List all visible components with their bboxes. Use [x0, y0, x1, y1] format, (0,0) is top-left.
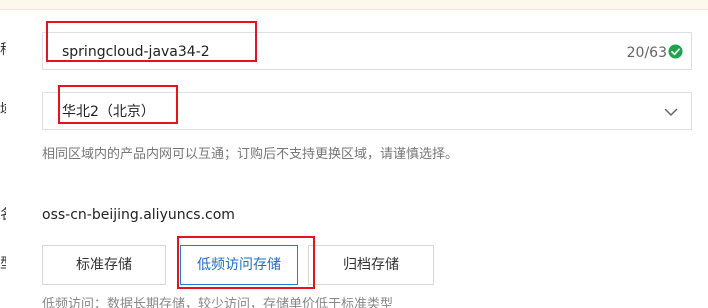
storage-class-description: 低频访问：数据长期存储，较少访问，存储单价低于标准类型 [42, 297, 394, 308]
region-label-fragment: 域 [0, 102, 6, 118]
region-selected-value: 华北2（北京） [62, 104, 155, 120]
bucket-name-value: springcloud-java34-2 [62, 44, 210, 60]
bucket-name-input[interactable]: springcloud-java34-2 20/63 [42, 32, 692, 70]
endpoint-label-fragment: 名 [0, 207, 6, 223]
char-counter: 20/63 [626, 45, 667, 61]
oss-bucket-create-form: 称 域 名 型 springcloud-java34-2 20/63 华北2（北… [0, 0, 708, 308]
bucket-name-label-fragment: 称 [0, 42, 6, 58]
storage-option-archive[interactable]: 归档存储 [308, 245, 434, 285]
chevron-down-icon [664, 108, 678, 116]
storage-class-label-fragment: 型 [0, 256, 6, 272]
top-notice-strip [0, 0, 708, 10]
region-hint: 相同区域内的产品内网可以互通；订购后不支持更换区域，请谨慎选择。 [42, 147, 459, 162]
check-circle-icon [668, 44, 683, 59]
endpoint-value: oss-cn-beijing.aliyuncs.com [42, 207, 235, 223]
storage-option-infrequent-access[interactable]: 低频访问存储 [180, 245, 298, 285]
storage-option-standard[interactable]: 标准存储 [42, 245, 166, 285]
region-select[interactable]: 华北2（北京） [42, 92, 692, 130]
